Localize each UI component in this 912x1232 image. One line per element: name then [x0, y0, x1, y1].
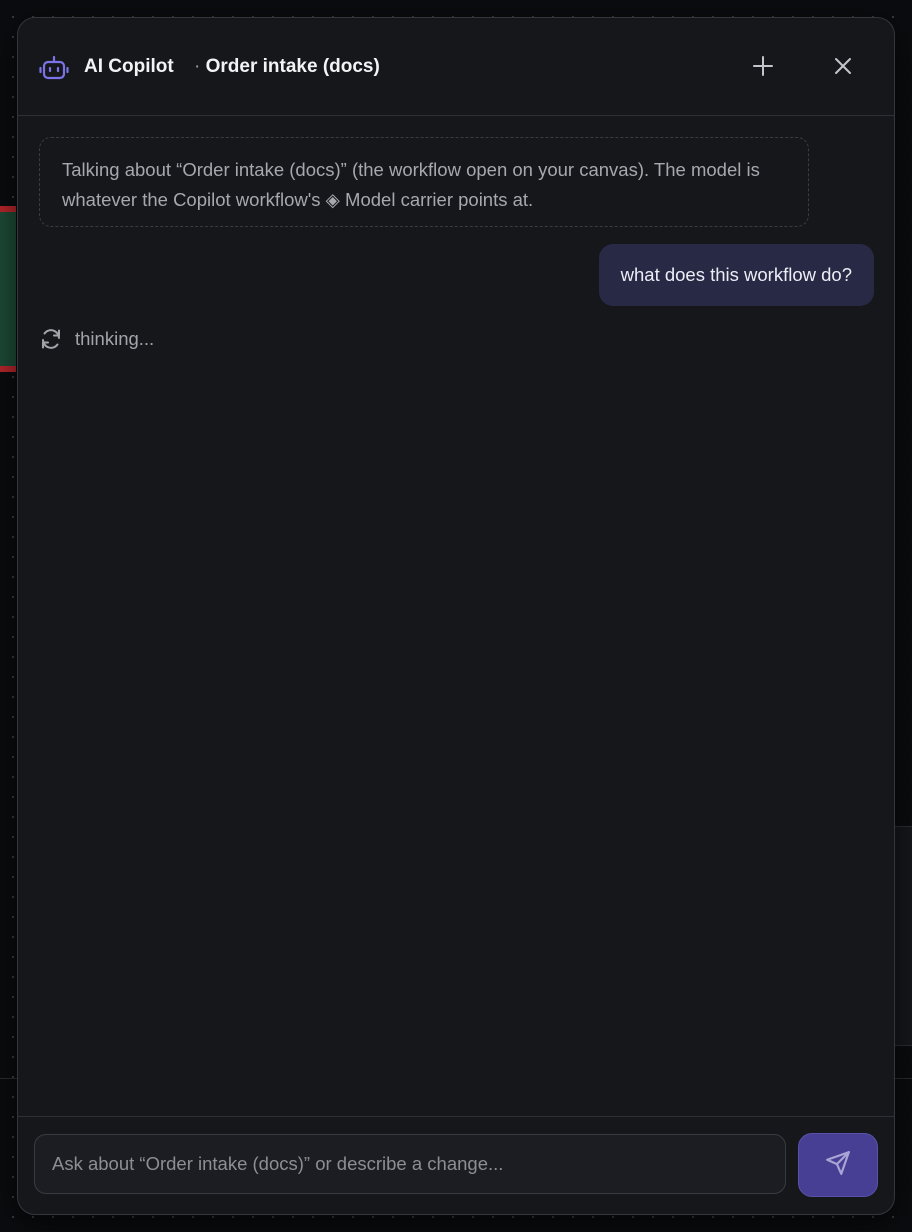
plus-icon [752, 55, 774, 82]
workflow-name-text: Order intake (docs) [205, 56, 380, 77]
new-chat-button[interactable] [744, 49, 782, 87]
refresh-icon [42, 329, 60, 349]
context-note: Talking about “Order intake (docs)” (the… [39, 137, 809, 227]
panel-title: AI Copilot [84, 56, 174, 77]
canvas-node[interactable] [0, 206, 16, 372]
panel-header: AI Copilot · Order intake (docs) [18, 18, 894, 116]
user-message-text: what does this workflow do? [620, 264, 852, 285]
send-button[interactable] [798, 1133, 878, 1197]
message-list[interactable]: Talking about “Order intake (docs)” (the… [18, 117, 894, 1117]
robot-icon [38, 53, 70, 85]
composer [18, 1116, 894, 1214]
chat-input[interactable] [34, 1134, 786, 1194]
thinking-text: thinking... [75, 328, 155, 349]
copilot-panel: AI Copilot · Order intake (docs) Talking… [17, 17, 895, 1215]
close-button[interactable] [824, 49, 862, 87]
send-icon [825, 1150, 851, 1181]
user-message: what does this workflow do? [598, 244, 874, 306]
close-icon [833, 56, 853, 81]
subtitle-separator: · [194, 56, 201, 77]
thinking-indicator: thinking... [39, 325, 154, 353]
workflow-name: · Order intake (docs) [194, 56, 380, 78]
